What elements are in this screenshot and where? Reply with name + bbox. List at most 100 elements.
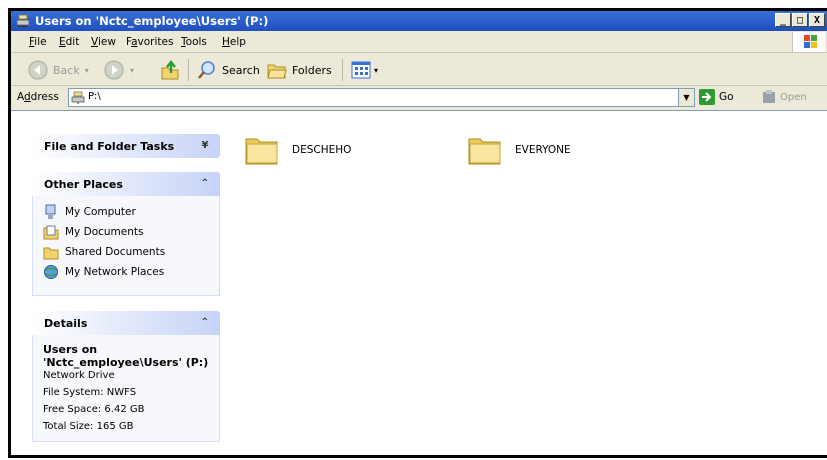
maximize-button[interactable]: □ bbox=[792, 13, 808, 27]
details-name-line2: 'Nctc_employee\Users' (P:) bbox=[43, 356, 209, 369]
menu-help-rest: elp bbox=[229, 36, 246, 48]
place-shared-documents[interactable]: Shared Documents bbox=[43, 242, 209, 262]
details-header[interactable]: Details ⌃ bbox=[32, 311, 220, 335]
details-total-size: Total Size: 165 GB bbox=[43, 421, 134, 432]
search-label: Search bbox=[222, 63, 260, 77]
go-label: Go bbox=[719, 91, 734, 103]
go-button[interactable]: Go bbox=[699, 89, 734, 105]
place-my-documents[interactable]: My Documents bbox=[43, 222, 209, 242]
views-button[interactable]: ▾ bbox=[350, 59, 378, 81]
details-body: Users on 'Nctc_employee\Users' (P:) Netw… bbox=[32, 335, 220, 442]
place-label: Shared Documents bbox=[65, 246, 166, 258]
file-folder-tasks-header[interactable]: File and Folder Tasks ¥ bbox=[32, 134, 220, 158]
details-type: Network Drive bbox=[43, 370, 115, 381]
details-file-system: File System: NWFS bbox=[43, 387, 137, 398]
folders-icon bbox=[267, 64, 287, 79]
details-title: Details bbox=[44, 317, 88, 330]
forward-dropdown-icon: ▾ bbox=[130, 65, 135, 75]
computer-icon bbox=[45, 204, 56, 219]
other-places-header[interactable]: Other Places ⌃ bbox=[32, 172, 220, 196]
address-value: P:\ bbox=[88, 91, 101, 102]
toolbar-separator bbox=[188, 59, 189, 81]
file-folder-tasks-title: File and Folder Tasks bbox=[44, 140, 175, 153]
menu-edit[interactable]: Edit bbox=[59, 36, 79, 48]
folder-name: EVERYONE bbox=[515, 144, 571, 156]
up-folder-button[interactable] bbox=[159, 59, 181, 81]
address-label-rest: dress bbox=[30, 91, 59, 103]
views-icon bbox=[351, 61, 371, 79]
place-my-computer[interactable]: My Computer bbox=[43, 202, 209, 222]
open-button[interactable]: Open bbox=[761, 89, 807, 105]
other-places-title: Other Places bbox=[44, 178, 123, 191]
address-label-pre: A bbox=[17, 91, 24, 103]
standard-toolbar: Back ▾ ▾ Search Folders ▾ bbox=[11, 53, 827, 86]
menu-bar: File Edit View Favorites Tools Help bbox=[11, 32, 827, 53]
folder-name: DESCHEHO bbox=[292, 144, 352, 156]
back-label: Back bbox=[53, 63, 80, 77]
close-button[interactable]: X bbox=[809, 13, 825, 27]
network-drive-icon bbox=[16, 14, 30, 27]
content-area: File and Folder Tasks ¥ Other Places ⌃ M… bbox=[11, 110, 827, 455]
menu-favorites[interactable]: Favorites bbox=[126, 36, 173, 48]
task-pane: File and Folder Tasks ¥ Other Places ⌃ M… bbox=[11, 111, 232, 455]
place-label: My Computer bbox=[65, 206, 136, 218]
file-folder-tasks-panel: File and Folder Tasks ¥ bbox=[32, 134, 220, 158]
window-frame: Users on 'Nctc_employee\Users' (P:) _ □ … bbox=[8, 8, 827, 458]
menu-file[interactable]: File bbox=[29, 36, 47, 48]
menu-view-key: V bbox=[91, 36, 98, 48]
address-label: Address bbox=[17, 91, 59, 103]
details-panel: Details ⌃ Users on 'Nctc_employee\Users'… bbox=[32, 311, 220, 442]
toolbar-separator-2 bbox=[342, 59, 343, 81]
go-arrow-icon bbox=[699, 89, 715, 105]
folder-icon bbox=[245, 138, 278, 165]
open-icon bbox=[763, 90, 775, 103]
title-bar[interactable]: Users on 'Nctc_employee\Users' (P:) _ □ … bbox=[11, 11, 827, 31]
address-input[interactable]: P:\ ▼ bbox=[68, 88, 695, 107]
open-label: Open bbox=[780, 91, 807, 103]
place-label: My Network Places bbox=[65, 266, 165, 278]
windows-flag-icon bbox=[804, 35, 817, 48]
collapse-chevron-icon[interactable]: ⌃ bbox=[198, 316, 212, 330]
back-dropdown-icon: ▾ bbox=[84, 65, 89, 75]
details-name-line1: Users on bbox=[43, 343, 98, 356]
search-icon bbox=[198, 61, 215, 79]
other-places-list: My Computer My Documents Shared Document… bbox=[32, 196, 220, 296]
address-dropdown-icon[interactable]: ▼ bbox=[678, 89, 694, 106]
window-title: Users on 'Nctc_employee\Users' (P:) bbox=[35, 14, 269, 28]
menu-file-rest: ile bbox=[34, 36, 47, 48]
menu-tools[interactable]: Tools bbox=[181, 36, 207, 48]
network-icon bbox=[44, 265, 58, 279]
other-places-panel: Other Places ⌃ My Computer My Documents bbox=[32, 172, 220, 296]
menu-favorites-rest: vorites bbox=[137, 36, 174, 48]
details-free-space: Free Space: 6.42 GB bbox=[43, 404, 145, 415]
address-label-key: d bbox=[24, 91, 31, 103]
search-button[interactable]: Search bbox=[196, 59, 260, 81]
folder-icon bbox=[468, 138, 501, 165]
minimize-button[interactable]: _ bbox=[775, 13, 791, 27]
network-drive-icon bbox=[71, 91, 85, 104]
address-bar: Address P:\ ▼ Go Open bbox=[11, 86, 827, 109]
folder-item[interactable]: EVERYONE bbox=[467, 133, 571, 167]
documents-icon bbox=[43, 225, 59, 240]
menu-help-key: H bbox=[222, 36, 230, 48]
back-arrow-icon bbox=[28, 60, 48, 80]
folder-item[interactable]: DESCHEHO bbox=[244, 133, 351, 167]
collapse-chevron-icon[interactable]: ⌃ bbox=[198, 177, 212, 191]
menu-edit-key: E bbox=[59, 36, 66, 48]
menu-view-rest: iew bbox=[97, 36, 116, 48]
menu-edit-rest: dit bbox=[65, 36, 80, 48]
folders-button[interactable]: Folders bbox=[266, 59, 332, 81]
folders-label: Folders bbox=[292, 63, 332, 77]
menu-view[interactable]: View bbox=[91, 36, 116, 48]
explorer-window: Users on 'Nctc_employee\Users' (P:) _ □ … bbox=[11, 11, 827, 455]
forward-button[interactable]: ▾ bbox=[103, 59, 134, 81]
views-dropdown-icon: ▾ bbox=[374, 65, 379, 75]
forward-arrow-icon bbox=[104, 60, 124, 80]
menu-help[interactable]: Help bbox=[222, 36, 246, 48]
windows-logo bbox=[792, 32, 825, 52]
back-button[interactable]: Back ▾ bbox=[27, 59, 89, 81]
place-label: My Documents bbox=[65, 226, 144, 238]
menu-tools-rest: ools bbox=[185, 36, 207, 48]
expand-chevron-icon[interactable]: ¥ bbox=[198, 139, 212, 153]
place-my-network-places[interactable]: My Network Places bbox=[43, 262, 209, 282]
